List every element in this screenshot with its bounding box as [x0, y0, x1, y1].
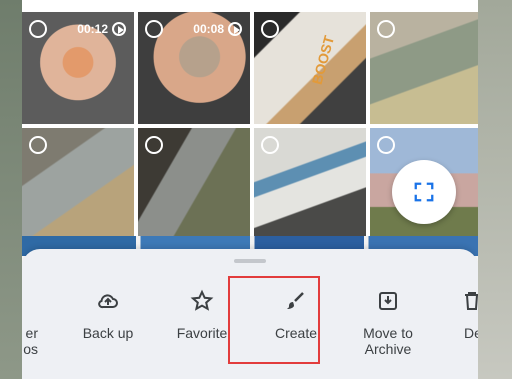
create-highlight-box	[228, 276, 320, 364]
select-circle[interactable]	[377, 136, 395, 154]
action-back-up[interactable]: Back up	[60, 289, 156, 341]
play-icon	[112, 22, 126, 36]
select-circle[interactable]	[145, 20, 163, 38]
photo-tile[interactable]	[370, 12, 478, 124]
select-circle[interactable]	[377, 20, 395, 38]
cloud-upload-icon	[98, 294, 118, 309]
photo-tile[interactable]: BOOST	[254, 12, 366, 124]
backdrop-right	[478, 0, 512, 379]
trash-icon	[465, 292, 478, 310]
select-circle[interactable]	[29, 136, 47, 154]
select-circle[interactable]	[29, 20, 47, 38]
photo-tile[interactable]: 00:08	[138, 12, 250, 124]
play-icon	[228, 22, 242, 36]
video-duration: 00:08	[193, 22, 242, 36]
video-duration: 00:12	[77, 22, 126, 36]
action-delete[interactable]: De	[424, 289, 478, 341]
select-circle[interactable]	[261, 136, 279, 154]
photo-tile[interactable]: 00:12	[22, 12, 134, 124]
backdrop-left	[0, 0, 22, 379]
archive-icon	[379, 292, 397, 310]
fullscreen-icon	[414, 182, 434, 202]
expand-selection-button[interactable]	[392, 160, 456, 224]
photo-tile[interactable]	[22, 128, 134, 240]
photo-tile[interactable]	[138, 128, 250, 240]
select-circle[interactable]	[145, 136, 163, 154]
select-circle[interactable]	[261, 20, 279, 38]
drag-handle[interactable]	[234, 259, 266, 263]
boost-label: BOOST	[308, 33, 338, 87]
photo-tile[interactable]	[254, 128, 366, 240]
star-icon	[190, 289, 214, 311]
action-share[interactable]: er os	[22, 289, 38, 357]
action-move-to-archive[interactable]: Move to Archive	[340, 289, 436, 357]
